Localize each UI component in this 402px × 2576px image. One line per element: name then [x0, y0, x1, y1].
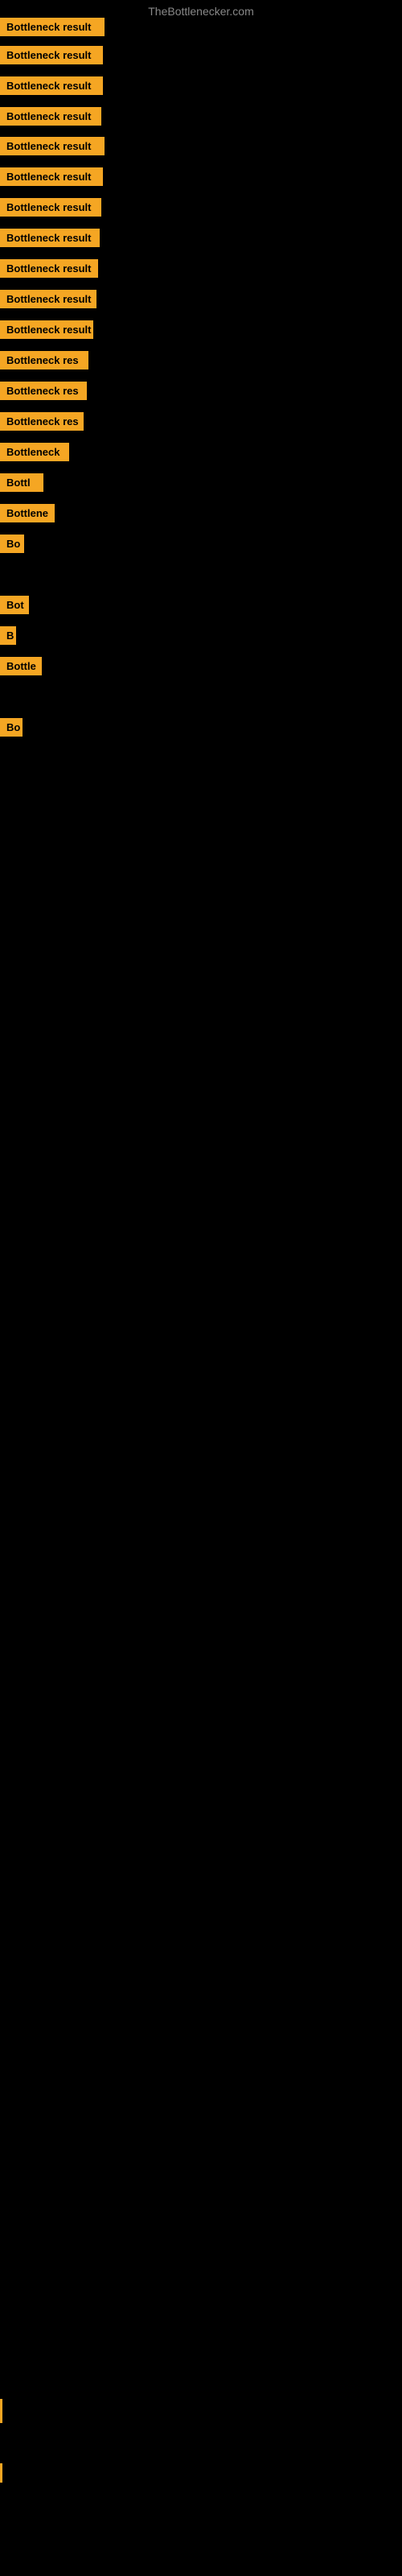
badge-17: Bottlene — [0, 504, 55, 522]
badge-15: Bottleneck — [0, 443, 69, 461]
badge-20: B — [0, 626, 16, 645]
badge-8: Bottleneck result — [0, 229, 100, 247]
badge-22: Bo — [0, 718, 23, 737]
badge-11: Bottleneck result — [0, 320, 93, 339]
badge-14: Bottleneck res — [0, 412, 84, 431]
badge-21: Bottle — [0, 657, 42, 675]
badge-12: Bottleneck res — [0, 351, 88, 369]
badge-4: Bottleneck result — [0, 107, 101, 126]
badge-1: Bottleneck result — [0, 18, 105, 36]
badge-5: Bottleneck result — [0, 137, 105, 155]
line-1 — [0, 2399, 2, 2423]
badge-10: Bottleneck result — [0, 290, 96, 308]
badge-18: Bo — [0, 535, 24, 553]
line-2 — [0, 2463, 2, 2483]
badge-3: Bottleneck result — [0, 76, 103, 95]
badge-9: Bottleneck result — [0, 259, 98, 278]
badge-7: Bottleneck result — [0, 198, 101, 217]
badge-13: Bottleneck res — [0, 382, 87, 400]
badge-2: Bottleneck result — [0, 46, 103, 64]
badge-19: Bot — [0, 596, 29, 614]
badge-16: Bottl — [0, 473, 43, 492]
badge-6: Bottleneck result — [0, 167, 103, 186]
